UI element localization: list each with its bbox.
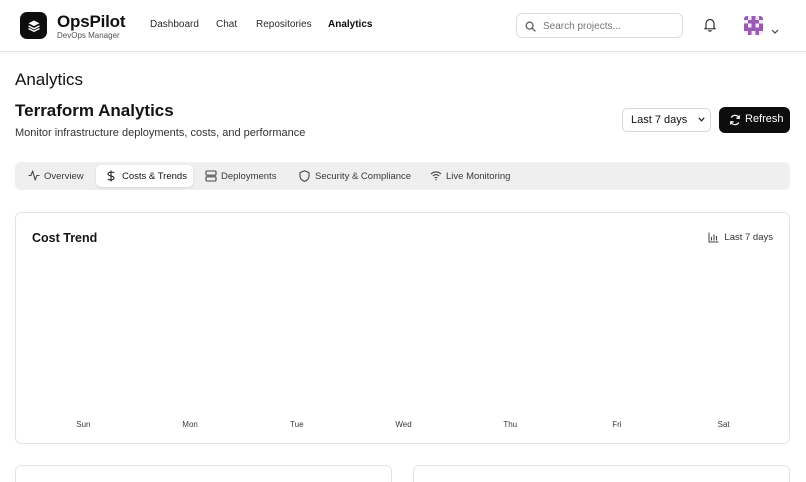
tab-overview-label: Overview (44, 171, 84, 182)
search-input[interactable] (543, 18, 679, 34)
tab-live-monitoring-label: Live Monitoring (446, 171, 511, 182)
cost-trend-range-label: Last 7 days (724, 232, 773, 243)
wifi-icon (430, 171, 442, 181)
x-tick-label-sun: Sun (76, 420, 90, 429)
cost-trend-title: Cost Trend (32, 231, 98, 245)
dollar-icon (107, 170, 115, 182)
server-icon (205, 170, 217, 182)
tab-live-monitoring[interactable]: Live Monitoring (422, 165, 514, 187)
x-tick-label-thu: Thu (503, 420, 517, 429)
tab-deployments-label: Deployments (221, 171, 277, 182)
cost-trend-range: Last 7 days (708, 232, 773, 243)
logo-icon[interactable] (20, 12, 47, 39)
cost-trend-card: Sun Mon Tue Wed Thu Fri Sat Cost Trend Last 7 … (15, 212, 790, 444)
date-range-value: Last 7 days (631, 114, 688, 126)
tab-security-compliance-label: Security & Compliance (315, 171, 412, 182)
chevron-down-icon (698, 117, 705, 122)
lower-right-card (413, 465, 790, 482)
nav-link-dashboard[interactable]: Dashboard (150, 19, 199, 30)
refresh-label: Refresh (745, 113, 784, 125)
tab-security-compliance[interactable]: Security & Compliance (291, 165, 413, 187)
analytics-tabs: Overview Costs & Trends Deployments Secu… (15, 162, 790, 190)
refresh-icon (730, 114, 740, 126)
activity-icon (28, 170, 40, 181)
section-subtitle: Monitor infrastructure deployments, cost… (15, 127, 306, 139)
tab-deployments[interactable]: Deployments (197, 165, 284, 187)
x-tick-label-sat: Sat (718, 420, 731, 429)
x-tick-label-tue: Tue (290, 420, 304, 429)
date-range-select[interactable]: Last 7 days (622, 108, 711, 132)
x-tick-label-wed: Wed (395, 420, 411, 429)
nav-link-chat[interactable]: Chat (216, 19, 237, 30)
cost-trend-chart: Sun Mon Tue Wed Thu Fri Sat (76, 420, 731, 429)
nav-link-repositories[interactable]: Repositories (256, 19, 312, 30)
brand-subtitle: DevOps Manager (57, 31, 120, 40)
top-navigation-bar: OpsPilot DevOps Manager Dashboard Chat R… (0, 0, 806, 52)
section-title: Terraform Analytics (15, 101, 174, 120)
brand-name: OpsPilot (57, 12, 126, 31)
search-icon (525, 21, 536, 32)
page-title: Analytics (15, 70, 84, 89)
lower-left-card (15, 465, 392, 482)
x-tick-label-fri: Fri (612, 420, 622, 429)
tab-costs-trends-label: Costs & Trends (122, 171, 187, 182)
user-avatar[interactable] (744, 16, 763, 35)
notifications-bell-icon[interactable] (703, 17, 717, 37)
chevron-down-icon[interactable] (771, 22, 779, 40)
x-tick-label-mon: Mon (182, 420, 198, 429)
shield-icon (299, 170, 310, 182)
nav-link-analytics[interactable]: Analytics (328, 19, 372, 30)
bar-chart-icon (708, 232, 719, 243)
refresh-button[interactable]: Refresh (719, 107, 790, 133)
tab-overview[interactable]: Overview (19, 165, 95, 187)
search-box (516, 13, 683, 38)
tab-costs-trends[interactable]: Costs & Trends (96, 165, 193, 187)
